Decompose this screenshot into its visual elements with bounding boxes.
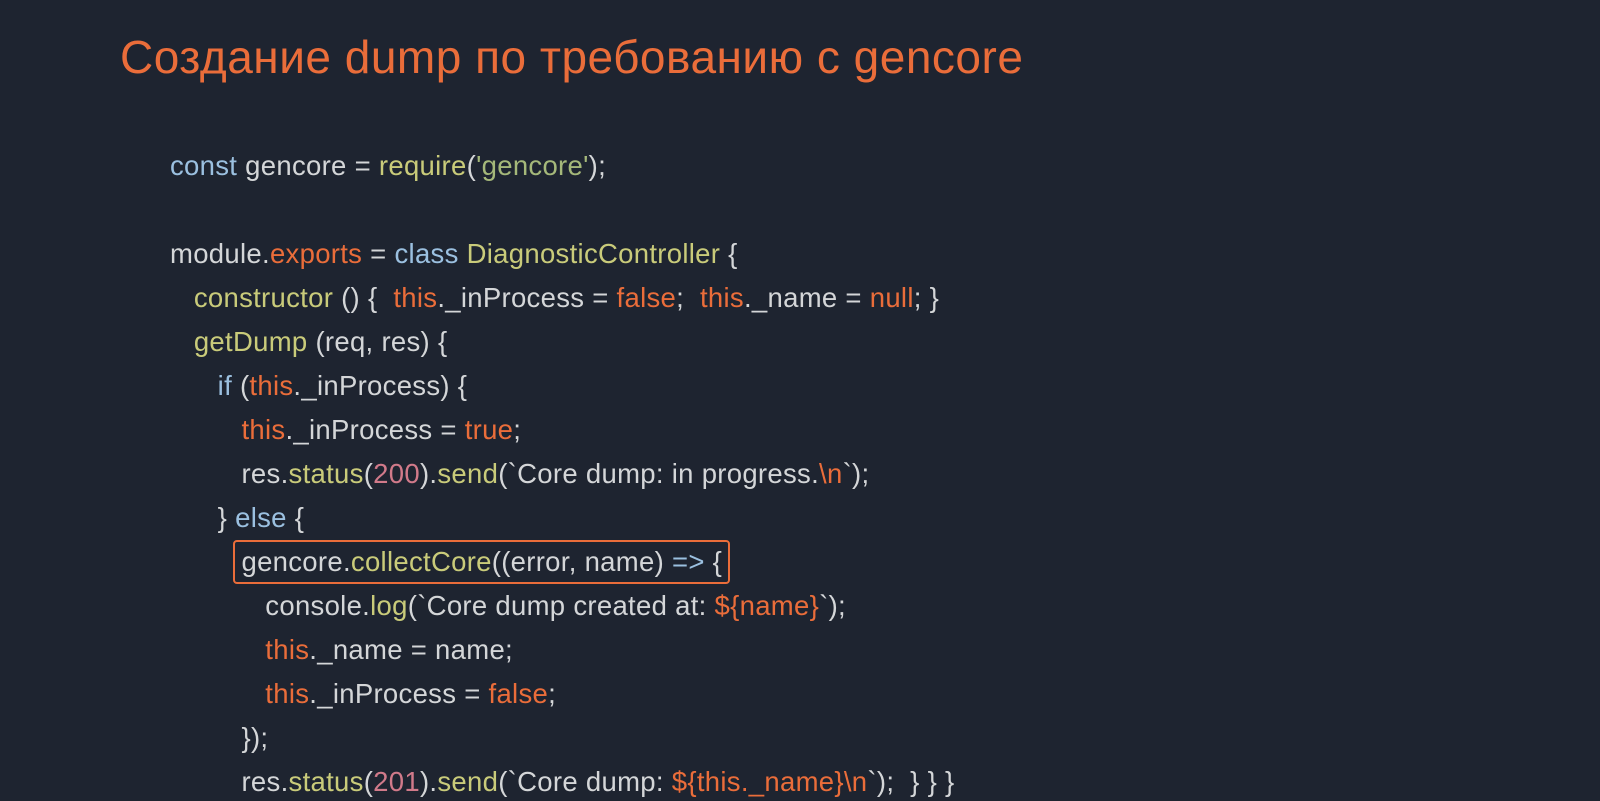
code-token: this [241, 414, 285, 445]
code-token: this [700, 282, 744, 313]
code-token: ; } [914, 282, 939, 313]
code-token: ._inProcess = [437, 282, 616, 313]
code-token: ( [240, 370, 249, 401]
code-token: false [489, 678, 549, 709]
code-token: log [370, 590, 408, 621]
code-token: `Core dump: in progress. [508, 458, 819, 489]
code-token: . [262, 238, 270, 269]
code-token: else [235, 502, 287, 533]
code-token: ((error, name) [492, 546, 672, 577]
code-token: ; [676, 282, 700, 313]
code-token: status [289, 766, 364, 797]
highlight-box: gencore.collectCore((error, name) => { [233, 540, 730, 584]
code-token: collectCore [351, 546, 492, 577]
code-token: send [437, 766, 498, 797]
code-token: ._inProcess = [309, 678, 488, 709]
code-token: this [393, 282, 437, 313]
code-token: ( [408, 590, 417, 621]
code-token: const [170, 150, 245, 181]
code-token: 200 [373, 458, 420, 489]
code-token: 'gencore' [476, 150, 589, 181]
code-token: (req, res) { [308, 326, 448, 357]
code-token: ); [829, 590, 846, 621]
code-token: }); [241, 722, 268, 753]
code-token: this [697, 766, 741, 797]
code-line: module.exports = class DiagnosticControl… [170, 232, 1480, 276]
code-token: this [265, 678, 309, 709]
code-token: ). [420, 458, 437, 489]
code-token: ` [819, 590, 828, 621]
code-line: gencore.collectCore((error, name) => { [170, 540, 1480, 584]
code-token: status [289, 458, 364, 489]
code-token: ` [867, 766, 876, 797]
code-line: constructor () { this._inProcess = false… [170, 276, 1480, 320]
code-token: getDump [194, 326, 308, 357]
code-token: this [249, 370, 293, 401]
code-token: { [287, 502, 304, 533]
code-block: const gencore = require('gencore'); modu… [120, 144, 1480, 801]
code-token: ._name = [744, 282, 870, 313]
code-token: require [379, 150, 467, 181]
code-token: 201 [373, 766, 420, 797]
code-token: `Core dump created at: [417, 590, 714, 621]
code-token: ). [420, 766, 437, 797]
code-token: = [362, 238, 394, 269]
code-token: { [720, 238, 737, 269]
code-token: gencore = [245, 150, 379, 181]
code-token: ); [852, 458, 869, 489]
code-line: this._inProcess = false; [170, 672, 1480, 716]
code-token: if [218, 370, 240, 401]
code-token: console. [265, 590, 370, 621]
code-line: res.status(201).send(`Core dump: ${this.… [170, 760, 1480, 801]
code-token: exports [270, 238, 362, 269]
code-line: res.status(200).send(`Core dump: in prog… [170, 452, 1480, 496]
code-token: ( [364, 766, 373, 797]
code-token: true [465, 414, 514, 445]
code-token: res. [241, 458, 288, 489]
code-token: { [705, 546, 722, 577]
code-token: ._name} [741, 766, 844, 797]
code-token: ._name = name; [309, 634, 513, 665]
code-line [170, 188, 1480, 232]
code-token: res. [241, 766, 288, 797]
code-token: `Core dump: [508, 766, 672, 797]
code-token: ._inProcess = [285, 414, 464, 445]
code-token: ; [548, 678, 556, 709]
code-line: this._name = name; [170, 628, 1480, 672]
code-token: ); [589, 150, 606, 181]
code-line: this._inProcess = true; [170, 408, 1480, 452]
code-line: }); [170, 716, 1480, 760]
code-token: ; [513, 414, 521, 445]
code-token: => [672, 546, 705, 577]
code-token: constructor [194, 282, 333, 313]
code-token: DiagnosticController [467, 238, 721, 269]
code-token: } [218, 502, 235, 533]
code-token: ._inProcess) { [293, 370, 467, 401]
code-line: const gencore = require('gencore'); [170, 144, 1480, 188]
code-line: if (this._inProcess) { [170, 364, 1480, 408]
code-token: ` [843, 458, 852, 489]
slide: Создание dump по требованию с gencore co… [0, 0, 1600, 801]
code-token: ${ [672, 766, 697, 797]
code-token: \n [819, 458, 843, 489]
code-token: ( [498, 766, 507, 797]
code-token: this [265, 634, 309, 665]
code-token: null [870, 282, 914, 313]
code-line: } else { [170, 496, 1480, 540]
code-token: () { [333, 282, 393, 313]
code-line: console.log(`Core dump created at: ${nam… [170, 584, 1480, 628]
code-token: ( [498, 458, 507, 489]
code-token: false [617, 282, 677, 313]
code-token: ); } } } [877, 766, 955, 797]
code-token: send [437, 458, 498, 489]
code-token: module [170, 238, 262, 269]
code-token: class [394, 238, 466, 269]
code-line: getDump (req, res) { [170, 320, 1480, 364]
code-token: ${name} [715, 590, 820, 621]
code-token: ( [467, 150, 476, 181]
code-token: gencore. [241, 546, 350, 577]
slide-title: Создание dump по требованию с gencore [120, 30, 1480, 84]
code-token: \n [844, 766, 868, 797]
code-token: ( [364, 458, 373, 489]
